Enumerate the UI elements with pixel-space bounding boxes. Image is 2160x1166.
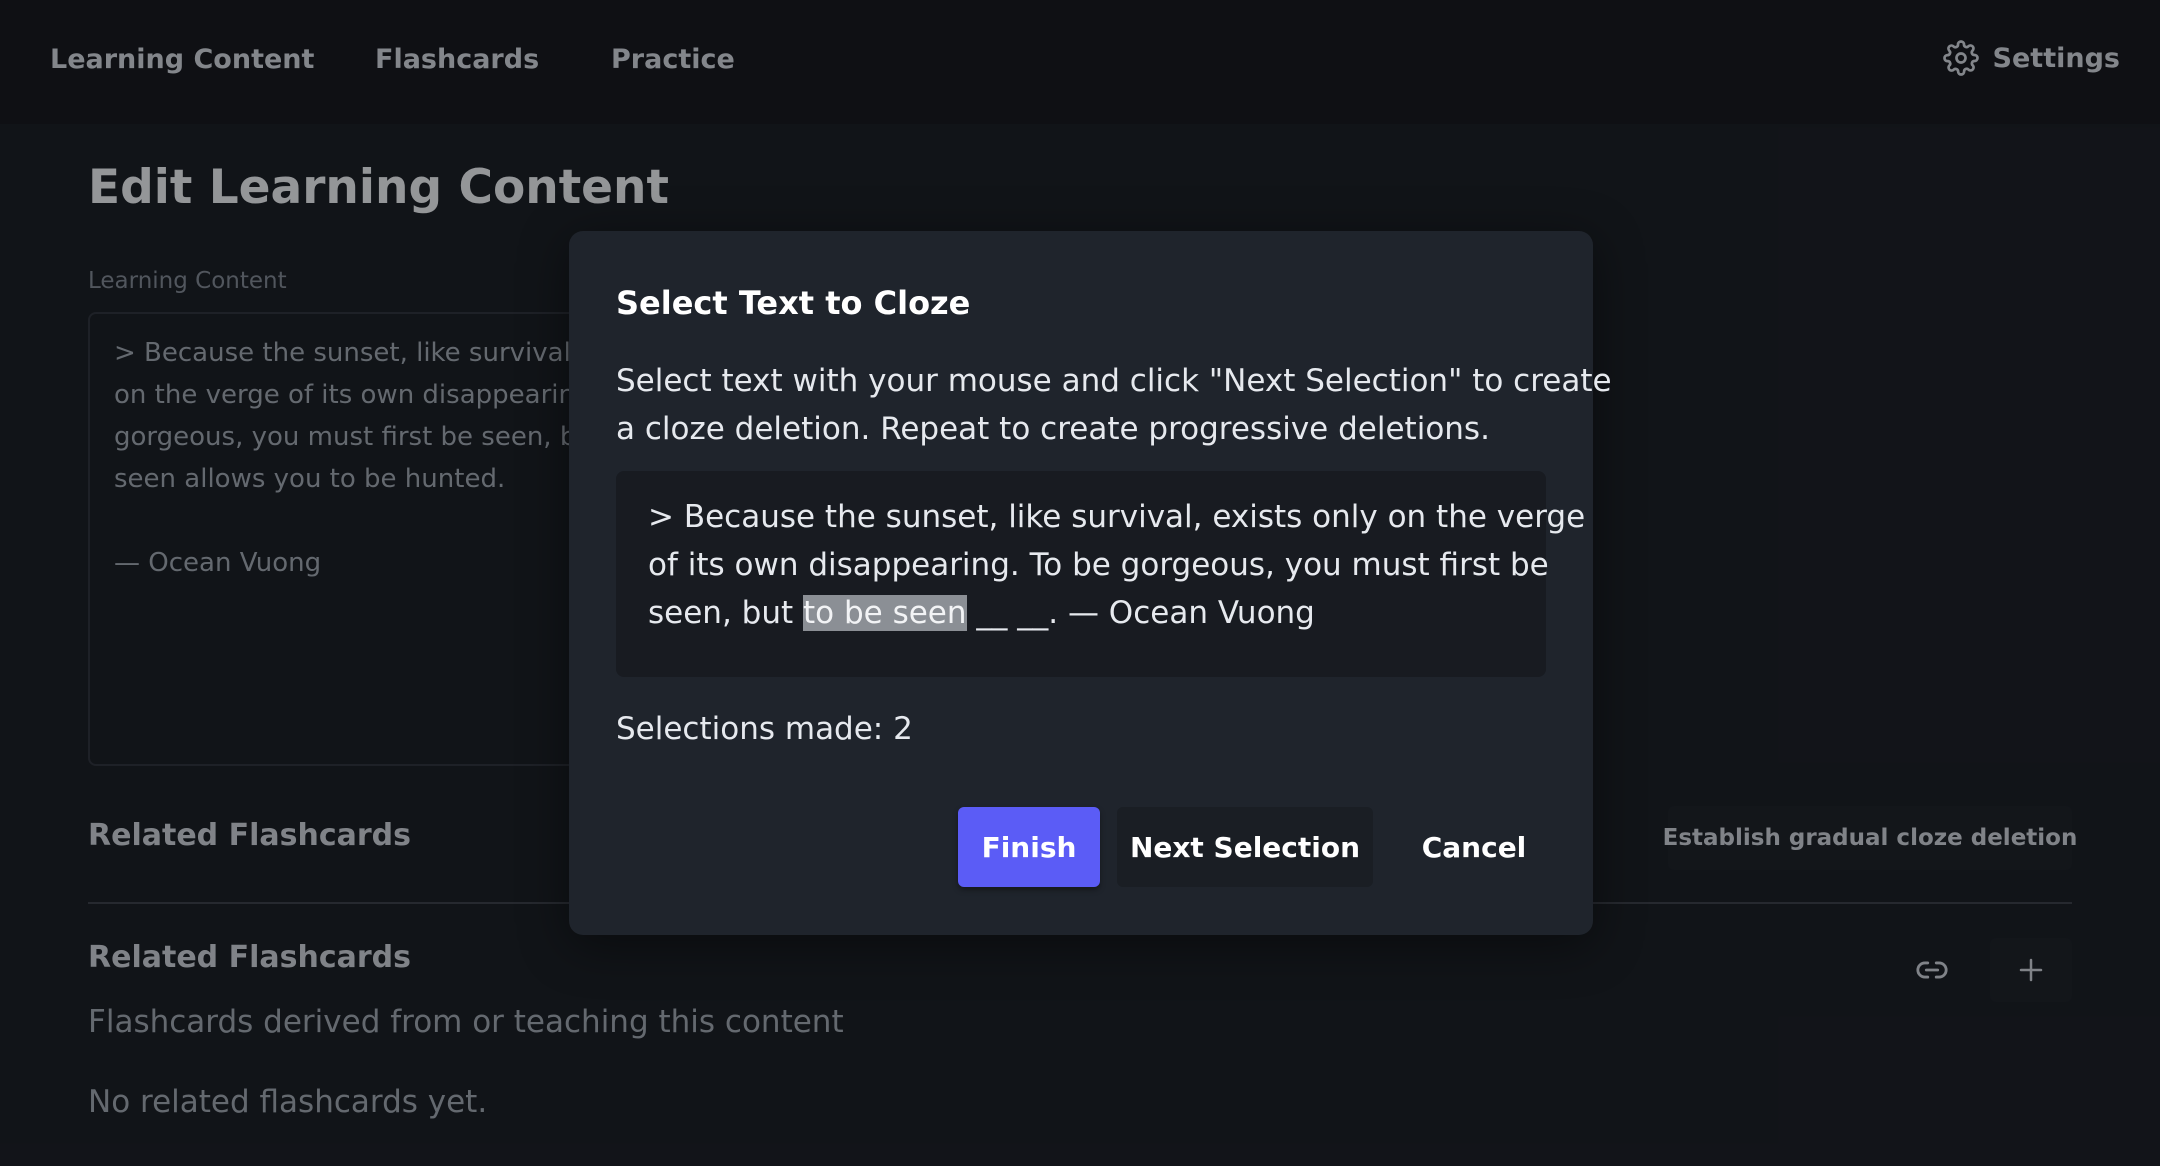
finish-button[interactable]: Finish bbox=[958, 807, 1100, 887]
selections-count: Selections made: 2 bbox=[616, 711, 913, 747]
cloze-text-preview[interactable]: > Because the sunset, like survival, exi… bbox=[616, 471, 1586, 677]
cancel-button[interactable]: Cancel bbox=[1399, 807, 1549, 887]
modal-title: Select Text to Cloze bbox=[616, 284, 971, 322]
modal-description-line: Select text with your mouse and click "N… bbox=[616, 363, 1612, 399]
modal-description-line: a cloze deletion. Repeat to create progr… bbox=[616, 411, 1490, 447]
next-selection-button[interactable]: Next Selection bbox=[1117, 807, 1373, 887]
preview-line: seen, but to be seen __ __. — Ocean Vuon… bbox=[648, 589, 1514, 637]
preview-text: __ __. — Ocean Vuong bbox=[966, 595, 1315, 631]
modal-description: Select text with your mouse and click "N… bbox=[616, 357, 1612, 453]
preview-line: of its own disappearing. To be gorgeous,… bbox=[648, 547, 1549, 583]
selected-text-highlight: to be seen bbox=[803, 595, 967, 631]
preview-text: seen, but bbox=[648, 595, 803, 631]
preview-line: > Because the sunset, like survival, exi… bbox=[648, 499, 1586, 535]
cloze-selection-modal: Select Text to Cloze Select text with yo… bbox=[569, 231, 1612, 935]
